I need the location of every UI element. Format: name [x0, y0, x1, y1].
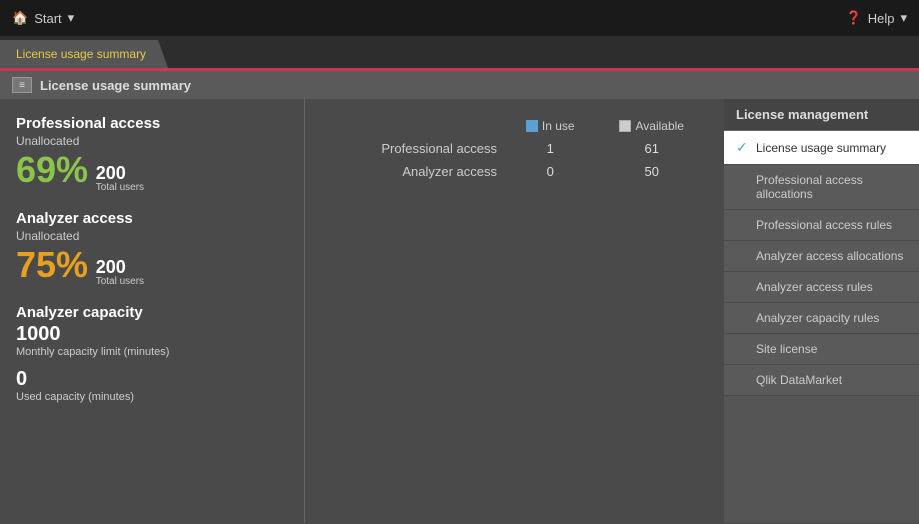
- help-circle-icon: ❓: [846, 10, 862, 26]
- middle-panel: In use Available Professional access 1 6…: [304, 99, 724, 523]
- right-panel-header: License management: [724, 99, 919, 131]
- analyzer-percent: 75%: [16, 247, 88, 283]
- menu-item[interactable]: ✓ License usage summary: [724, 131, 919, 165]
- menu-item-label: Professional access allocations: [756, 173, 907, 201]
- capacity-used-label: Used capacity (minutes): [16, 391, 288, 403]
- right-panel: License management ✓ License usage summa…: [724, 99, 919, 523]
- menu-item-label: Analyzer capacity rules: [756, 311, 879, 325]
- nav-right: ❓ Help ▾: [846, 10, 907, 26]
- access-table: In use Available Professional access 1 6…: [321, 115, 708, 183]
- access-row-in-use: 0: [505, 160, 595, 183]
- start-label[interactable]: Start: [34, 11, 61, 26]
- menu-item[interactable]: Analyzer access rules: [724, 272, 919, 303]
- tab-license-usage-summary[interactable]: License usage summary: [0, 40, 168, 68]
- help-label[interactable]: Help: [868, 11, 895, 26]
- access-row-available: 61: [595, 137, 708, 160]
- tab-bar: License usage summary: [0, 36, 919, 68]
- analyzer-users-number: 200: [96, 258, 144, 276]
- nav-left: 🏠 Start ▾: [12, 10, 74, 26]
- professional-access-stats: 69% 200 Total users: [16, 152, 288, 194]
- available-label: Available: [635, 119, 683, 133]
- analyzer-users-stack: 200 Total users: [96, 258, 144, 288]
- professional-users-number: 200: [96, 164, 144, 182]
- in-use-header: In use: [505, 115, 595, 137]
- analyzer-users-label: Total users: [96, 276, 144, 288]
- in-use-label: In use: [542, 119, 575, 133]
- analyzer-access-subtitle: Unallocated: [16, 229, 288, 243]
- header-icon: ≡: [12, 77, 32, 93]
- nav-chevron-icon[interactable]: ▾: [68, 10, 75, 26]
- access-row-name: Professional access: [321, 137, 505, 160]
- available-header: Available: [595, 115, 708, 137]
- analyzer-capacity-title: Analyzer capacity: [16, 304, 288, 321]
- left-panel: Professional access Unallocated 69% 200 …: [0, 99, 304, 523]
- available-icon: [619, 120, 631, 132]
- home-icon: 🏠: [12, 10, 28, 26]
- menu-item-label: License usage summary: [756, 141, 886, 155]
- menu-item[interactable]: Professional access rules: [724, 210, 919, 241]
- access-name-header: [321, 115, 505, 137]
- menu-item[interactable]: Analyzer capacity rules: [724, 303, 919, 334]
- analyzer-capacity-section: Analyzer capacity 1000 Monthly capacity …: [16, 304, 288, 403]
- menu-item-label: Site license: [756, 342, 817, 356]
- analyzer-access-stats: 75% 200 Total users: [16, 247, 288, 289]
- access-row-available: 50: [595, 160, 708, 183]
- professional-users-label: Total users: [96, 182, 144, 194]
- capacity-used-value: 0: [16, 368, 288, 391]
- in-use-icon: [526, 120, 538, 132]
- professional-percent: 69%: [16, 152, 88, 188]
- menu-item-label: Qlik DataMarket: [756, 373, 842, 387]
- menu-item[interactable]: Site license: [724, 334, 919, 365]
- page-header: ≡ License usage summary: [0, 68, 919, 99]
- professional-access-subtitle: Unallocated: [16, 134, 288, 148]
- analyzer-access-title: Analyzer access: [16, 210, 288, 227]
- professional-access-title: Professional access: [16, 115, 288, 132]
- menu-item-label: Analyzer access rules: [756, 280, 873, 294]
- page-title: License usage summary: [40, 78, 191, 93]
- access-row-name: Analyzer access: [321, 160, 505, 183]
- menu-item-label: Analyzer access allocations: [756, 249, 903, 263]
- professional-access-section: Professional access Unallocated 69% 200 …: [16, 115, 288, 194]
- help-chevron-icon[interactable]: ▾: [900, 10, 907, 26]
- menu-items-container: ✓ License usage summary Professional acc…: [724, 131, 919, 396]
- menu-item[interactable]: Analyzer access allocations: [724, 241, 919, 272]
- professional-users-stack: 200 Total users: [96, 164, 144, 194]
- access-row-in-use: 1: [505, 137, 595, 160]
- table-row: Professional access 1 61: [321, 137, 708, 160]
- analyzer-access-section: Analyzer access Unallocated 75% 200 Tota…: [16, 210, 288, 289]
- top-nav: 🏠 Start ▾ ❓ Help ▾: [0, 0, 919, 36]
- check-icon: ✓: [736, 139, 750, 156]
- menu-item-label: Professional access rules: [756, 218, 892, 232]
- capacity-monthly-label: Monthly capacity limit (minutes): [16, 346, 288, 358]
- main-area: Professional access Unallocated 69% 200 …: [0, 99, 919, 523]
- table-row: Analyzer access 0 50: [321, 160, 708, 183]
- menu-item[interactable]: Professional access allocations: [724, 165, 919, 210]
- menu-item[interactable]: Qlik DataMarket: [724, 365, 919, 396]
- capacity-value: 1000: [16, 323, 288, 346]
